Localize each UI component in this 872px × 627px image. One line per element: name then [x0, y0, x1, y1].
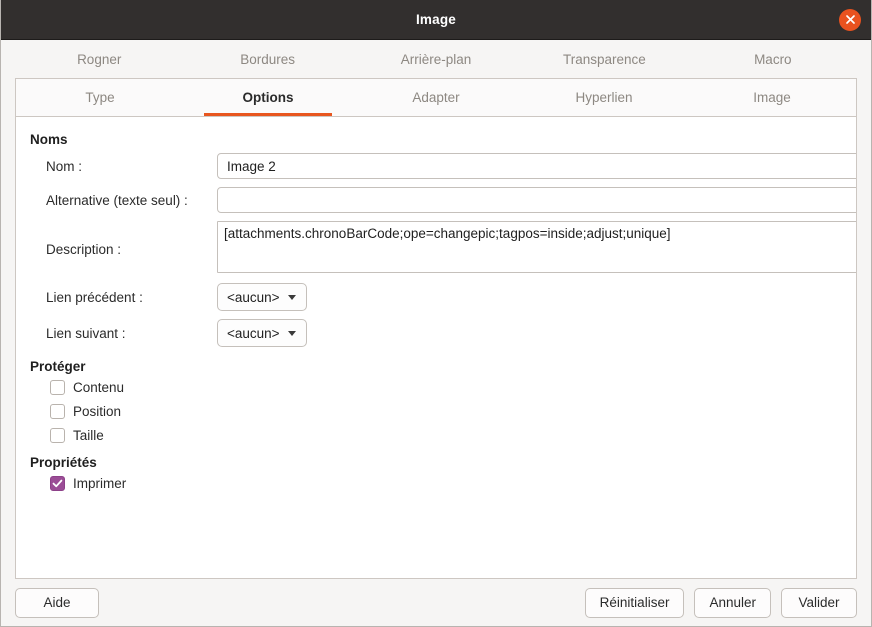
checkbox-taille[interactable]: [50, 428, 65, 443]
description-textarea[interactable]: [attachments.chronoBarCode;ope=changepic…: [217, 221, 856, 273]
label-lien-suivant: Lien suivant :: [46, 325, 126, 341]
label-nom: Nom :: [46, 158, 83, 174]
field-row-alternative: Alternative (texte seul) :: [16, 187, 856, 213]
field-row-nom: Nom :: [16, 153, 856, 179]
label-imprimer[interactable]: Imprimer: [73, 476, 126, 491]
nom-input[interactable]: [217, 153, 856, 179]
checkbox-position[interactable]: [50, 404, 65, 419]
options-panel: Noms Nom : Alternative (texte seul) : De…: [15, 117, 857, 579]
ok-button[interactable]: Valider: [781, 587, 857, 618]
field-row-lien-precedent: Lien précédent : <aucun>: [16, 283, 856, 311]
tab-rogner[interactable]: Rogner: [15, 40, 183, 78]
checkbox-contenu[interactable]: [50, 380, 65, 395]
label-contenu[interactable]: Contenu: [73, 380, 124, 395]
alternative-input[interactable]: [217, 187, 856, 213]
tab-type[interactable]: Type: [16, 79, 184, 116]
tab-adapter[interactable]: Adapter: [352, 79, 520, 116]
field-row-description: Description : [attachments.chronoBarCode…: [16, 221, 856, 273]
checkbox-row-taille[interactable]: Taille: [16, 428, 856, 443]
group-title-proteger: Protéger: [30, 359, 86, 374]
lien-suivant-dropdown[interactable]: <aucun>: [217, 319, 307, 347]
dialog-title: Image: [415, 12, 457, 27]
tab-hyperlien[interactable]: Hyperlien: [520, 79, 688, 116]
help-button[interactable]: Aide: [15, 587, 99, 618]
lien-precedent-value: <aucun>: [227, 289, 280, 305]
close-icon: [845, 15, 855, 24]
tab-image[interactable]: Image: [688, 79, 856, 116]
label-position[interactable]: Position: [73, 404, 121, 419]
label-alternative: Alternative (texte seul) :: [46, 192, 188, 208]
footer-actions: Réinitialiser Annuler Valider: [584, 587, 857, 618]
dialog-footer: Aide Réinitialiser Annuler Valider: [1, 579, 871, 626]
group-title-proprietes: Propriétés: [30, 455, 97, 470]
label-taille[interactable]: Taille: [73, 428, 104, 443]
checkmark-icon: [52, 479, 63, 488]
chevron-down-icon: [287, 330, 296, 336]
lien-suivant-value: <aucun>: [227, 325, 280, 341]
cancel-button[interactable]: Annuler: [694, 587, 771, 618]
label-lien-precedent: Lien précédent :: [46, 289, 143, 305]
tab-bordures[interactable]: Bordures: [183, 40, 351, 78]
reset-button[interactable]: Réinitialiser: [584, 587, 685, 618]
checkbox-row-position[interactable]: Position: [16, 404, 856, 419]
image-dialog: Image Rogner Bordures Arrière-plan Trans…: [0, 0, 872, 627]
lien-precedent-dropdown[interactable]: <aucun>: [217, 283, 307, 311]
tab-row-secondary: Type Options Adapter Hyperlien Image: [16, 79, 856, 116]
checkbox-imprimer[interactable]: [50, 476, 65, 491]
tab-bars: Rogner Bordures Arrière-plan Transparenc…: [1, 40, 871, 117]
label-description: Description :: [46, 242, 122, 257]
tab-row-secondary-container: Type Options Adapter Hyperlien Image: [15, 78, 857, 117]
tab-row-primary: Rogner Bordures Arrière-plan Transparenc…: [1, 40, 871, 78]
tab-options[interactable]: Options: [184, 79, 352, 116]
group-title-noms: Noms: [30, 132, 68, 147]
tab-transparence[interactable]: Transparence: [520, 40, 688, 78]
tab-macro[interactable]: Macro: [689, 40, 857, 78]
field-row-lien-suivant: Lien suivant : <aucun>: [16, 319, 856, 347]
titlebar: Image: [1, 0, 871, 40]
chevron-down-icon: [287, 294, 296, 300]
close-button[interactable]: [839, 8, 861, 31]
tab-arriere-plan[interactable]: Arrière-plan: [352, 40, 520, 78]
checkbox-row-contenu[interactable]: Contenu: [16, 380, 856, 395]
checkbox-row-imprimer[interactable]: Imprimer: [16, 476, 856, 491]
